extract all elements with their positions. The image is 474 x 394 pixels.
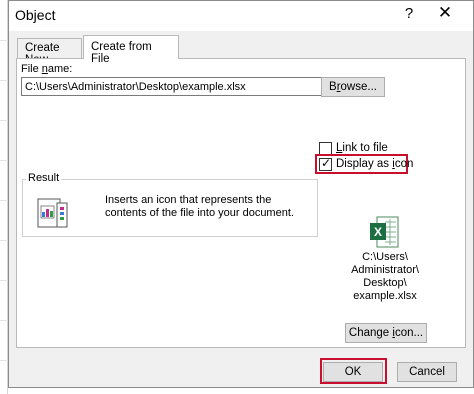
grid-line [0, 120, 8, 121]
close-icon[interactable]: ✕ [435, 3, 455, 25]
caption-line: Administrator\ [351, 264, 419, 276]
help-icon[interactable]: ? [401, 5, 417, 25]
tab-create-from-file[interactable]: Create from File [83, 35, 179, 65]
grid-line [0, 320, 8, 321]
dialog-title: Object [15, 7, 56, 23]
result-description: Inserts an icon that represents the cont… [105, 194, 294, 219]
icon-caption: C:\Users\ Administrator\ Desktop\ exampl… [337, 251, 433, 303]
excel-file-icon[interactable]: X [369, 216, 399, 248]
grid-line [0, 40, 8, 41]
grid-line [0, 200, 8, 201]
object-dialog: Object ? ✕ Create New Create from File F… [8, 0, 474, 388]
file-name-input[interactable] [21, 77, 322, 96]
tab-create-new[interactable]: Create New [17, 38, 82, 66]
grid-line [0, 80, 8, 81]
checkbox-box[interactable]: ✓ [319, 156, 332, 171]
display-as-icon-label: Display as icon [336, 158, 414, 170]
change-icon-button[interactable]: Change icon... [345, 323, 427, 343]
grid-line [0, 360, 8, 361]
cancel-button[interactable]: Cancel [397, 362, 457, 382]
browse-button[interactable]: Browse... [321, 77, 385, 97]
spreadsheet-background [0, 0, 8, 394]
checkmark-icon: ✓ [321, 156, 332, 170]
link-to-file-label: Link to file [336, 142, 388, 154]
ok-button[interactable]: OK [323, 362, 383, 382]
grid-line [0, 280, 8, 281]
caption-line: Desktop\ [363, 277, 407, 289]
title-bar[interactable]: Object ? ✕ [9, 1, 473, 31]
grid-line [0, 160, 8, 161]
caption-line: C:\Users\ [362, 251, 408, 263]
result-legend: Result [26, 172, 62, 184]
svg-text:X: X [374, 225, 382, 239]
caption-line: example.xlsx [353, 290, 417, 302]
result-document-icon [37, 198, 68, 228]
file-name-label: File name: [21, 63, 73, 75]
grid-line [0, 240, 8, 241]
